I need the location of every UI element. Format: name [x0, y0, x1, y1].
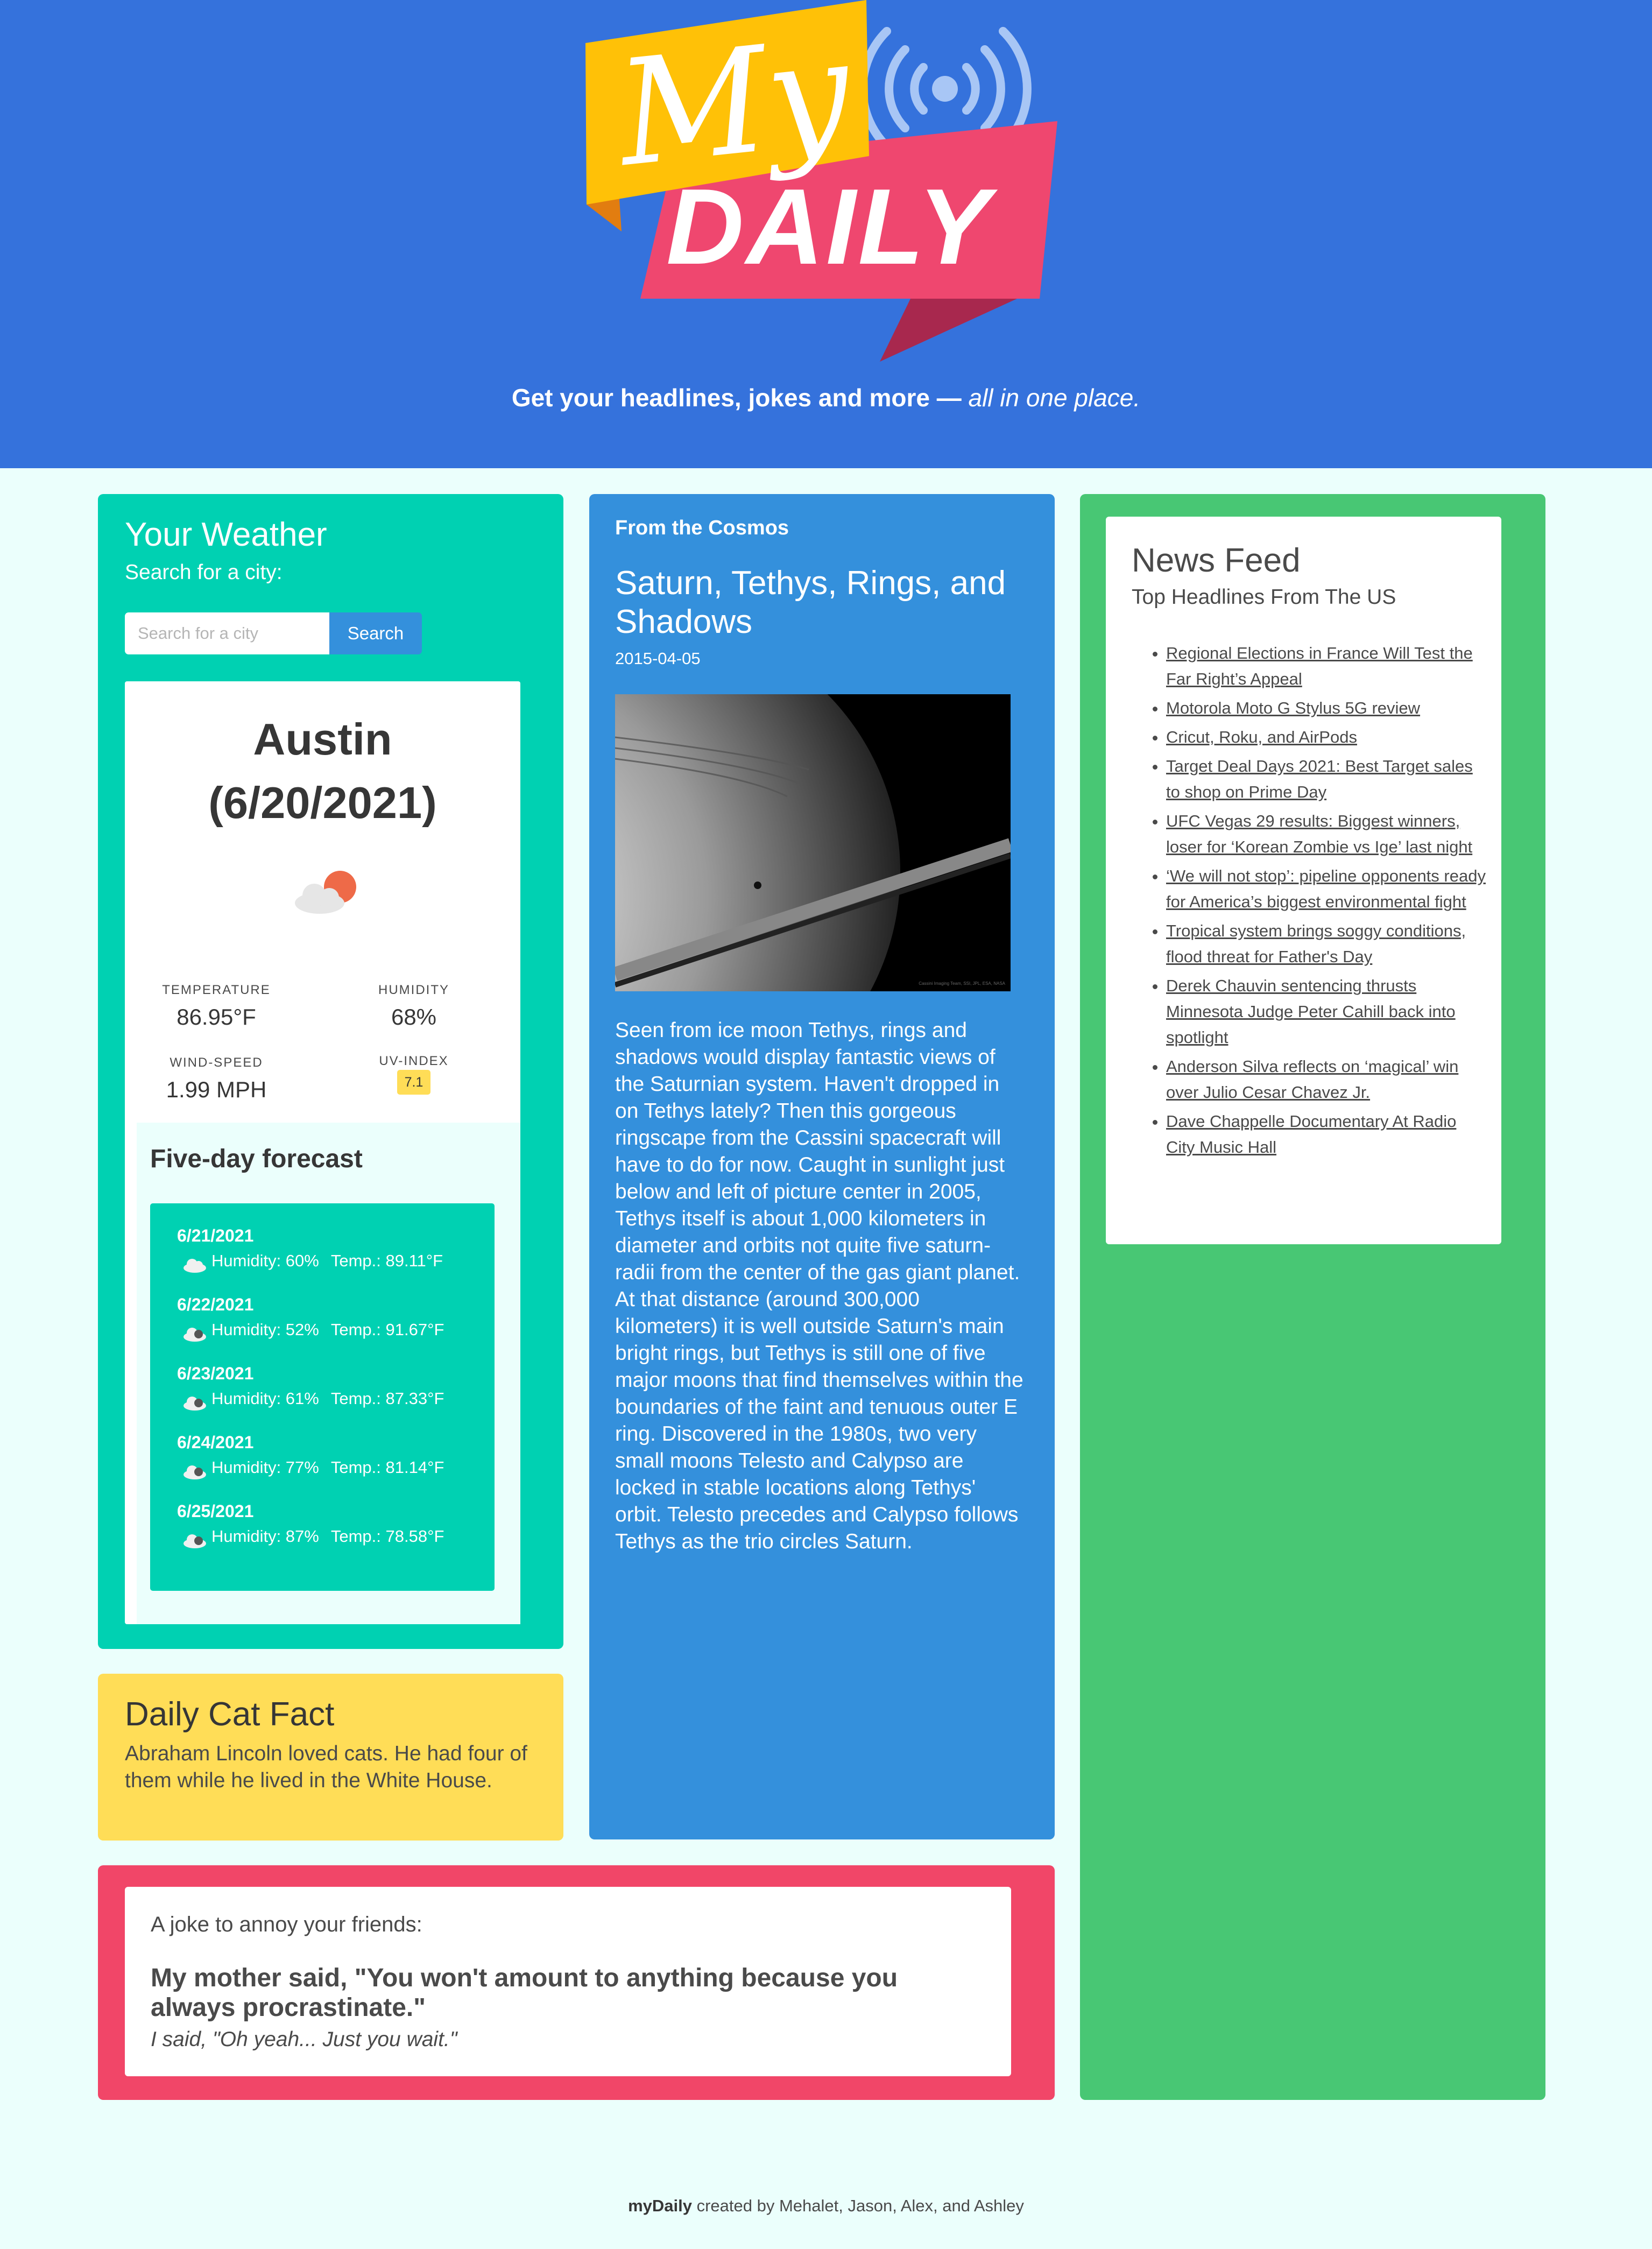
wind-speed-value: 1.99 MPH [166, 1077, 267, 1102]
cosmos-kicker: From the Cosmos [615, 517, 789, 539]
joke-setup: My mother said, "You won't amount to any… [151, 1964, 898, 2022]
forecast-temp: Temp.: 78.58°F [330, 1527, 444, 1546]
headline-link[interactable]: UFC Vegas 29 results: Biggest winners, l… [1166, 812, 1472, 856]
rain-cloud-icon [183, 1534, 206, 1548]
list-item: Target Deal Days 2021: Best Target sales… [1166, 753, 1487, 805]
forecast-temp: Temp.: 87.33°F [330, 1389, 444, 1408]
forecast-temp: Temp.: 89.11°F [330, 1251, 443, 1270]
forecast-date: 6/25/2021 [177, 1501, 254, 1521]
rain-cloud-icon [183, 1397, 206, 1411]
footer: myDaily created by Mehalet, Jason, Alex,… [0, 2196, 1652, 2216]
headline-link[interactable]: Regional Elections in France Will Test t… [1166, 644, 1473, 688]
cloud-sun-icon [295, 871, 356, 914]
forecast-day: 6/25/2021 Humidity: 87% Temp.: 78.58°F [177, 1501, 489, 1548]
forecast-date: 6/22/2021 [177, 1295, 254, 1314]
forecast-day: 6/24/2021 Humidity: 77% Temp.: 81.14°F [177, 1433, 489, 1479]
cat-fact-panel: Daily Cat Fact Abraham Lincoln loved cat… [98, 1674, 563, 1841]
weather-panel: Your Weather Search for a city: Search A… [98, 494, 563, 1649]
news-card: News Feed Top Headlines From The US Regi… [1106, 517, 1501, 1244]
city-name: Austin [253, 714, 392, 764]
cosmos-panel: From the Cosmos Saturn, Tethys, Rings, a… [589, 494, 1055, 1839]
footer-brand: myDaily [628, 2196, 692, 2215]
rain-cloud-icon [183, 1465, 206, 1479]
city-search-input[interactable] [125, 612, 329, 654]
list-item: ‘We will not stop’: pipeline opponents r… [1166, 863, 1487, 915]
cosmos-date: 2015-04-05 [615, 649, 701, 668]
cat-fact-text: Abraham Lincoln loved cats. He had four … [125, 1742, 527, 1792]
news-panel: News Feed Top Headlines From The US Regi… [1080, 494, 1545, 2100]
headline-link[interactable]: Derek Chauvin sentencing thrusts Minneso… [1166, 976, 1456, 1047]
list-item: Motorola Moto G Stylus 5G review [1166, 695, 1487, 721]
headline-link[interactable]: Tropical system brings soggy conditions,… [1166, 921, 1466, 966]
cosmos-title: Saturn, Tethys, Rings, and Shadows [615, 565, 1006, 640]
forecast-list: 6/21/2021 Humidity: 60% Temp.: 89.11°F 6/… [150, 1203, 495, 1591]
forecast-date: 6/24/2021 [177, 1433, 254, 1452]
uv-index-badge: 7.1 [397, 1070, 430, 1095]
news-title: News Feed [1132, 542, 1301, 579]
five-day-forecast: Five-day forecast 6/21/2021 Humidity: 60… [137, 1123, 520, 1624]
forecast-humidity: Humidity: 61% [211, 1389, 319, 1408]
list-item: Dave Chappelle Documentary At Radio City… [1166, 1109, 1487, 1160]
rain-cloud-icon [183, 1328, 206, 1342]
forecast-temp: Temp.: 91.67°F [330, 1320, 444, 1339]
saturn-image: Cassini Imaging Team, SSI, JPL, ESA, NAS… [615, 694, 1011, 991]
headline-link[interactable]: ‘We will not stop’: pipeline opponents r… [1166, 866, 1486, 911]
forecast-day: 6/23/2021 Humidity: 61% Temp.: 87.33°F [177, 1364, 489, 1411]
cosmos-explanation: Seen from ice moon Tethys, rings and sha… [615, 1019, 1023, 1553]
headline-link[interactable]: Cricut, Roku, and AirPods [1166, 728, 1357, 746]
wind-speed-label: WIND-SPEED [170, 1055, 263, 1070]
forecast-humidity: Humidity: 60% [211, 1251, 319, 1270]
temperature-value: 86.95°F [177, 1004, 256, 1030]
forecast-day: 6/22/2021 Humidity: 52% Temp.: 91.67°F [177, 1295, 489, 1342]
headline-link[interactable]: Target Deal Days 2021: Best Target sales… [1166, 757, 1473, 801]
headline-list: Regional Elections in France Will Test t… [1132, 640, 1487, 1164]
joke-card: A joke to annoy your friends: My mother … [125, 1887, 1011, 2076]
forecast-humidity: Humidity: 77% [211, 1458, 319, 1477]
news-subtitle: Top Headlines From The US [1132, 586, 1396, 609]
joke-punchline: I said, "Oh yeah... Just you wait." [151, 2028, 457, 2051]
forecast-date: 6/23/2021 [177, 1364, 254, 1383]
list-item: Tropical system brings soggy conditions,… [1166, 918, 1487, 970]
list-item: Anderson Silva reflects on ‘magical’ win… [1166, 1054, 1487, 1105]
image-credit: Cassini Imaging Team, SSI, JPL, ESA, NAS… [919, 981, 1005, 986]
weather-subtitle: Search for a city: [125, 561, 283, 584]
headline-link[interactable]: Motorola Moto G Stylus 5G review [1166, 699, 1420, 717]
cloud-icon [183, 1259, 206, 1273]
list-item: Regional Elections in France Will Test t… [1166, 640, 1487, 692]
joke-kicker: A joke to annoy your friends: [151, 1913, 422, 1936]
hero-header: My DAILY Get your headlines, jokes and m… [0, 0, 1652, 468]
forecast-humidity: Humidity: 87% [211, 1527, 319, 1546]
tagline-emphasis: all in one place. [968, 384, 1141, 412]
tagline: Get your headlines, jokes and more — all… [0, 383, 1652, 412]
list-item: UFC Vegas 29 results: Biggest winners, l… [1166, 808, 1487, 860]
forecast-humidity: Humidity: 52% [211, 1320, 319, 1339]
forecast-title: Five-day forecast [150, 1145, 363, 1173]
mydaily-logo: My DAILY [585, 0, 1057, 362]
search-button[interactable]: Search [329, 612, 422, 654]
temperature-label: TEMPERATURE [162, 983, 271, 997]
weather-date: (6/20/2021) [208, 778, 437, 828]
headline-link[interactable]: Anderson Silva reflects on ‘magical’ win… [1166, 1057, 1458, 1102]
tagline-main: Get your headlines, jokes and more — [511, 384, 962, 412]
list-item: Derek Chauvin sentencing thrusts Minneso… [1166, 973, 1487, 1051]
humidity-value: 68% [391, 1004, 437, 1030]
cat-fact-title: Daily Cat Fact [125, 1696, 335, 1733]
humidity-label: HUMIDITY [378, 983, 449, 997]
headline-link[interactable]: Dave Chappelle Documentary At Radio City… [1166, 1112, 1456, 1157]
forecast-day: 6/21/2021 Humidity: 60% Temp.: 89.11°F [177, 1226, 489, 1273]
joke-panel: A joke to annoy your friends: My mother … [98, 1865, 1055, 2100]
list-item: Cricut, Roku, and AirPods [1166, 724, 1487, 750]
weather-title: Your Weather [125, 516, 327, 553]
uv-index-label: UV-INDEX [379, 1054, 449, 1068]
logo-daily-text: DAILY [666, 167, 998, 287]
forecast-temp: Temp.: 81.14°F [330, 1458, 444, 1477]
forecast-date: 6/21/2021 [177, 1226, 254, 1245]
current-weather-card: Austin (6/20/2021) TEMPERATURE 86.95°F H… [125, 681, 520, 1624]
footer-credits: created by Mehalet, Jason, Alex, and Ash… [696, 2196, 1024, 2215]
